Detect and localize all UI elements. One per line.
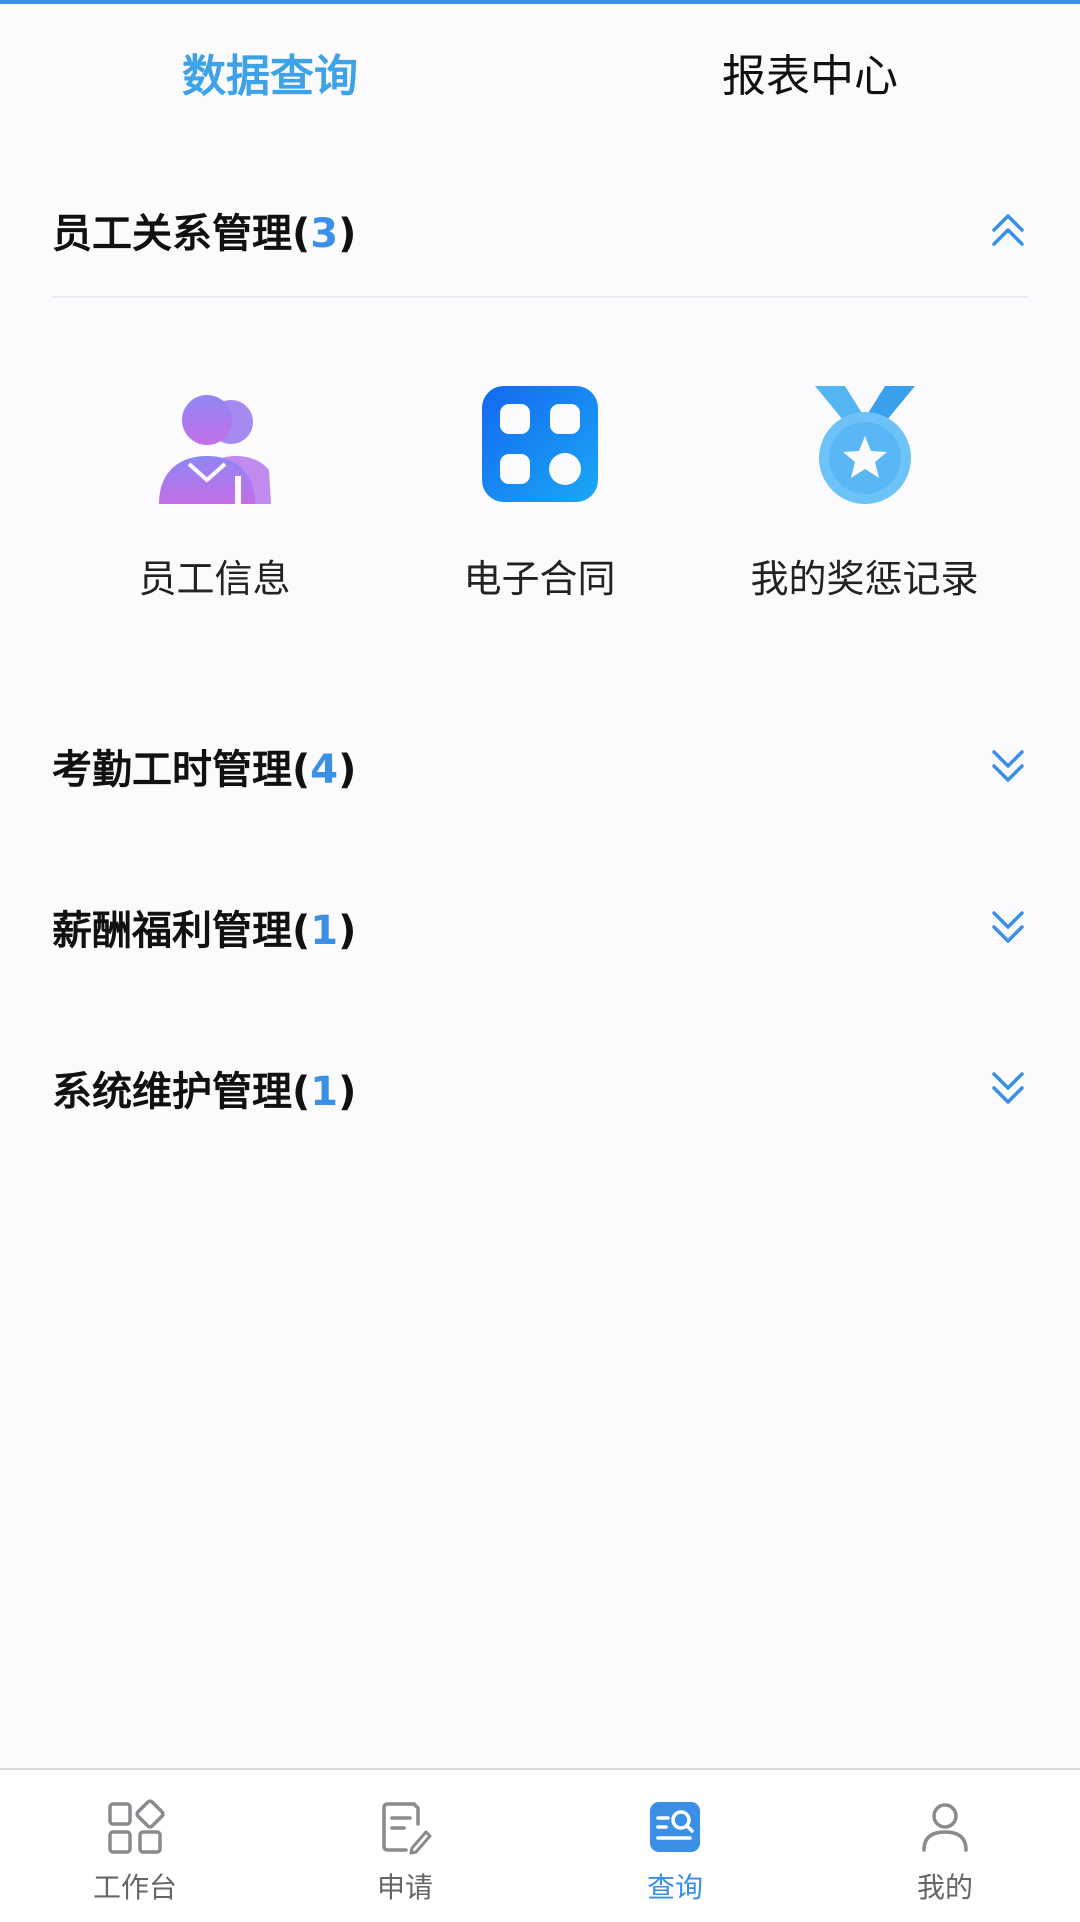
top-tabs: 数据查询 报表中心 [0, 4, 1080, 140]
nav-label: 我的 [916, 1871, 973, 1904]
section-title: 考勤工时管理(4) [52, 747, 357, 793]
nav-item-profile[interactable]: 我的 [810, 1770, 1080, 1922]
section-system-maintenance[interactable]: 系统维护管理(1) [52, 1048, 1028, 1128]
section-divider [52, 296, 1028, 298]
section-title: 薪酬福利管理(1) [52, 908, 357, 954]
chevron-double-down-icon[interactable] [988, 744, 1028, 788]
section-title: 员工关系管理(3) [52, 211, 357, 257]
users-icon [158, 395, 271, 504]
grid-item-label: 电子合同 [463, 557, 616, 601]
chevron-double-up-icon[interactable] [988, 208, 1028, 252]
tab-report-center[interactable]: 报表中心 [540, 4, 1080, 140]
bottom-nav: 工作台 申请 查询 我的 [0, 1768, 1080, 1922]
nav-item-apply[interactable]: 申请 [270, 1770, 540, 1922]
section-count: 1 [310, 1069, 339, 1115]
nav-item-workbench[interactable]: 工作台 [0, 1770, 270, 1922]
apply-icon [382, 1802, 432, 1855]
grid-apps-icon [481, 386, 598, 502]
profile-icon [922, 1803, 968, 1852]
section-count: 4 [310, 747, 339, 793]
medal-icon [814, 386, 915, 504]
tab-data-query[interactable]: 数据查询 [0, 4, 540, 140]
section-title: 系统维护管理(1) [52, 1069, 357, 1115]
section-employee-relations[interactable]: 员工关系管理(3) [52, 190, 1028, 270]
employee-relations-grid: 员工信息 电子合同 我的奖惩记录 [52, 380, 1028, 610]
workbench-icon [108, 1799, 165, 1854]
section-count: 1 [310, 908, 339, 954]
nav-label: 工作台 [92, 1871, 177, 1904]
nav-label: 查询 [646, 1871, 703, 1904]
nav-item-query[interactable]: 查询 [540, 1770, 810, 1922]
nav-label: 申请 [376, 1871, 433, 1904]
grid-item-e-contract[interactable]: 电子合同 [377, 380, 702, 610]
grid-item-label: 我的奖惩记录 [750, 557, 979, 601]
section-count: 3 [310, 211, 339, 257]
query-icon [650, 1802, 700, 1852]
section-payroll[interactable]: 薪酬福利管理(1) [52, 887, 1028, 967]
section-attendance[interactable]: 考勤工时管理(4) [52, 726, 1028, 806]
grid-item-employee-info[interactable]: 员工信息 [52, 380, 377, 610]
grid-item-label: 员工信息 [138, 557, 291, 601]
grid-item-rewards-record[interactable]: 我的奖惩记录 [702, 380, 1027, 610]
chevron-double-down-icon[interactable] [988, 905, 1028, 949]
chevron-double-down-icon[interactable] [988, 1066, 1028, 1110]
